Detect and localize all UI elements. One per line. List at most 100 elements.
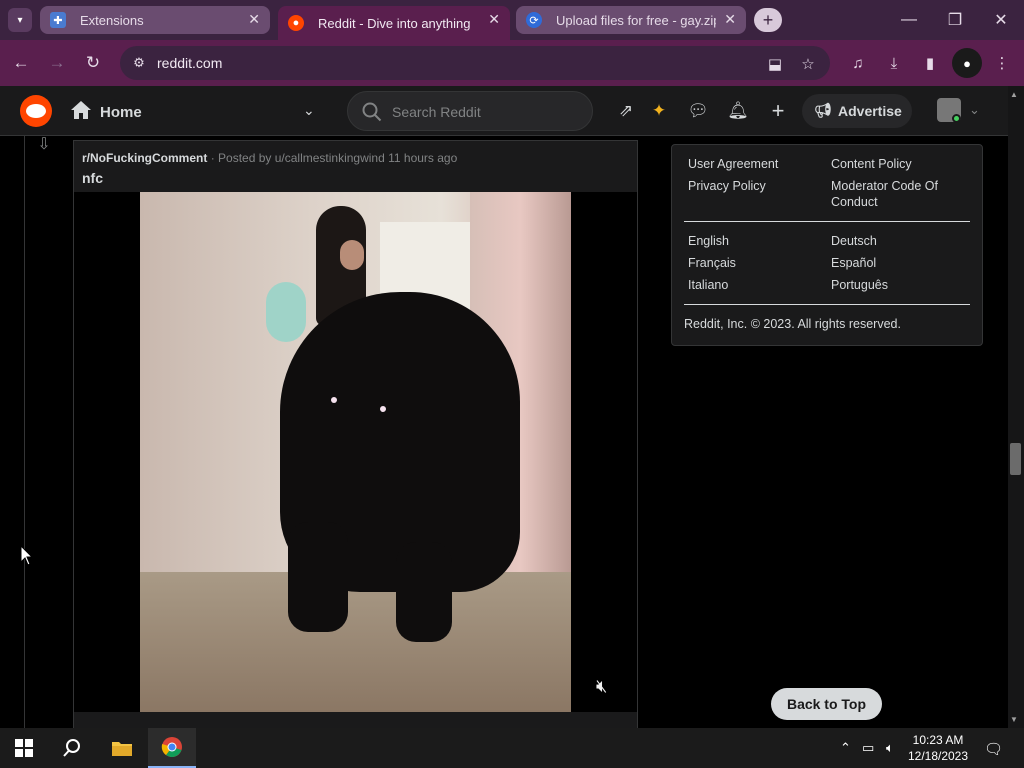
video-person-arm xyxy=(266,282,306,342)
media-control-icon[interactable]: ♫ xyxy=(846,51,870,75)
back-to-top-button[interactable]: Back to Top xyxy=(771,688,882,720)
moderator-code-link[interactable]: Moderator Code Of xyxy=(831,178,938,194)
site-settings-icon[interactable]: ⚙ xyxy=(130,54,148,72)
privacy-policy-link[interactable]: Privacy Policy xyxy=(688,178,766,194)
tab-title: Upload files for free - gay.zip - xyxy=(556,12,716,28)
create-post-icon[interactable]: + xyxy=(766,98,790,123)
reload-icon: ↻ xyxy=(85,53,101,72)
url-text[interactable]: reddit.com xyxy=(157,55,222,71)
left-rail-divider xyxy=(24,136,25,728)
close-window-button[interactable]: ✕ xyxy=(986,8,1016,32)
chevron-down-icon[interactable]: ⌄ xyxy=(969,102,980,118)
mouse-cursor-icon xyxy=(20,545,34,566)
upload-site-icon: ⟳ xyxy=(526,12,542,28)
clock-date: 12/18/2023 xyxy=(907,749,969,763)
file-explorer-button[interactable] xyxy=(98,728,146,768)
start-button[interactable] xyxy=(0,728,48,768)
plus-icon: + xyxy=(762,9,774,30)
tab-upload[interactable]: ⟳ Upload files for free - gay.zip - ✕ xyxy=(516,6,746,34)
install-app-icon[interactable]: ⬓ xyxy=(765,54,785,74)
scroll-down-arrow-icon[interactable]: ▼ xyxy=(1010,715,1018,724)
post-byline: · Posted by u/callmestinkingwind 11 hour… xyxy=(210,151,458,165)
lang-portugues[interactable]: Português xyxy=(831,277,888,293)
menu-kebab-icon[interactable]: ⋮ xyxy=(990,51,1014,75)
muted-speaker-icon[interactable]: 🔇︎ xyxy=(596,676,622,700)
volume-muted-icon[interactable]: 🔈︎ xyxy=(886,740,894,756)
side-panel-icon[interactable]: ▮ xyxy=(918,51,942,75)
advertise-button[interactable]: 📢︎ Advertise xyxy=(802,94,912,128)
lang-english[interactable]: English xyxy=(688,233,729,249)
tab-search-button[interactable]: ▾ xyxy=(8,8,32,32)
popular-icon[interactable]: ⇗ xyxy=(614,99,638,123)
post-title[interactable]: nfc xyxy=(82,170,103,186)
search-input[interactable]: Search Reddit xyxy=(347,91,593,131)
subreddit-link[interactable]: r/NoFuckingComment xyxy=(82,151,207,165)
crypto-icon[interactable]: ✦ xyxy=(647,99,671,123)
arrow-left-icon: ← xyxy=(12,53,30,72)
reddit-icon: ● xyxy=(288,15,304,31)
restore-button[interactable]: ❐ xyxy=(940,8,970,32)
tab-title: Extensions xyxy=(80,12,144,28)
chevron-down-icon: ▾ xyxy=(17,14,23,26)
profile-avatar[interactable]: ● xyxy=(952,48,982,78)
forward-button[interactable]: → xyxy=(44,50,70,76)
close-icon: ✕ xyxy=(994,12,1008,29)
video-dog-eye xyxy=(380,406,386,412)
tab-extensions[interactable]: ✚ Extensions ✕ xyxy=(40,6,270,34)
search-icon xyxy=(362,102,382,122)
sidebar-footer: User Agreement Privacy Policy Content Po… xyxy=(671,144,983,346)
post-meta: r/NoFuckingComment · Posted by u/callmes… xyxy=(82,151,457,165)
network-icon[interactable]: ▭ xyxy=(862,740,874,756)
scroll-up-arrow-icon[interactable]: ▲ xyxy=(1010,90,1018,99)
video-floor xyxy=(140,572,571,712)
tab-reddit[interactable]: ● Reddit - Dive into anything ✕ xyxy=(278,6,510,40)
chevron-down-icon[interactable]: ⌄ xyxy=(303,102,315,119)
person-icon: ● xyxy=(963,55,971,71)
video-frame xyxy=(140,192,571,712)
content-policy-link[interactable]: Content Policy xyxy=(831,156,912,172)
page-scrollbar[interactable] xyxy=(1008,86,1024,728)
close-icon[interactable]: ✕ xyxy=(488,11,500,28)
chrome-taskbar-button[interactable] xyxy=(148,728,196,768)
address-bar[interactable]: ⚙ reddit.com ⬓ ☆ xyxy=(120,46,830,80)
download-icon[interactable]: ⤓ xyxy=(882,51,906,75)
minimize-button[interactable]: — xyxy=(894,8,924,32)
taskbar-search-button[interactable] xyxy=(48,728,96,768)
chrome-icon xyxy=(161,737,182,757)
moderator-code-link-cont[interactable]: Conduct xyxy=(831,194,878,210)
clock-time: 10:23 AM xyxy=(912,733,964,747)
tab-title: Reddit - Dive into anything xyxy=(318,15,471,31)
folder-icon xyxy=(112,742,132,756)
close-icon[interactable]: ✕ xyxy=(248,11,260,28)
back-button[interactable]: ← xyxy=(8,50,34,76)
chat-icon[interactable]: 💬︎ xyxy=(686,99,710,123)
browser-toolbar: ← → ↻ ⚙ reddit.com ⬓ ☆ ♫ ⤓ ▮ ● ⋮ xyxy=(0,40,1024,86)
video-dog-leg xyxy=(288,522,348,632)
home-label[interactable]: Home xyxy=(100,104,142,121)
windows-logo-icon xyxy=(15,739,33,757)
lang-deutsch[interactable]: Deutsch xyxy=(831,233,877,249)
scroll-thumb[interactable] xyxy=(1010,443,1021,475)
notifications-icon[interactable]: 🗨︎ xyxy=(984,740,1003,758)
clock[interactable]: 10:23 AM 12/18/2023 xyxy=(900,732,976,764)
close-icon[interactable]: ✕ xyxy=(724,11,736,28)
tray-chevron-icon[interactable]: ⌃ xyxy=(840,740,851,756)
reddit-logo[interactable] xyxy=(20,95,52,127)
reload-button[interactable]: ↻ xyxy=(80,50,106,76)
user-agreement-link[interactable]: User Agreement xyxy=(688,156,778,172)
advertise-label: Advertise xyxy=(838,103,902,119)
video-player[interactable]: 🔇︎ xyxy=(74,192,637,712)
copyright-text: Reddit, Inc. © 2023. All rights reserved… xyxy=(684,317,901,331)
bookmark-star-icon[interactable]: ☆ xyxy=(798,54,818,74)
lang-italiano[interactable]: Italiano xyxy=(688,277,728,293)
video-dog-eye xyxy=(331,397,337,403)
downvote-icon[interactable]: ⇩ xyxy=(34,134,54,153)
new-tab-button[interactable]: + xyxy=(754,8,782,32)
post-card[interactable]: r/NoFuckingComment · Posted by u/callmes… xyxy=(73,140,638,730)
lang-francais[interactable]: Français xyxy=(688,255,736,271)
windows-taskbar: ⌃ ▭ 🔈︎ 10:23 AM 12/18/2023 🗨︎ xyxy=(0,728,1024,768)
megaphone-icon: 📢︎ xyxy=(814,102,832,118)
lang-espanol[interactable]: Español xyxy=(831,255,876,271)
search-icon xyxy=(63,739,80,757)
bell-icon[interactable]: 🔔︎ xyxy=(726,99,750,123)
